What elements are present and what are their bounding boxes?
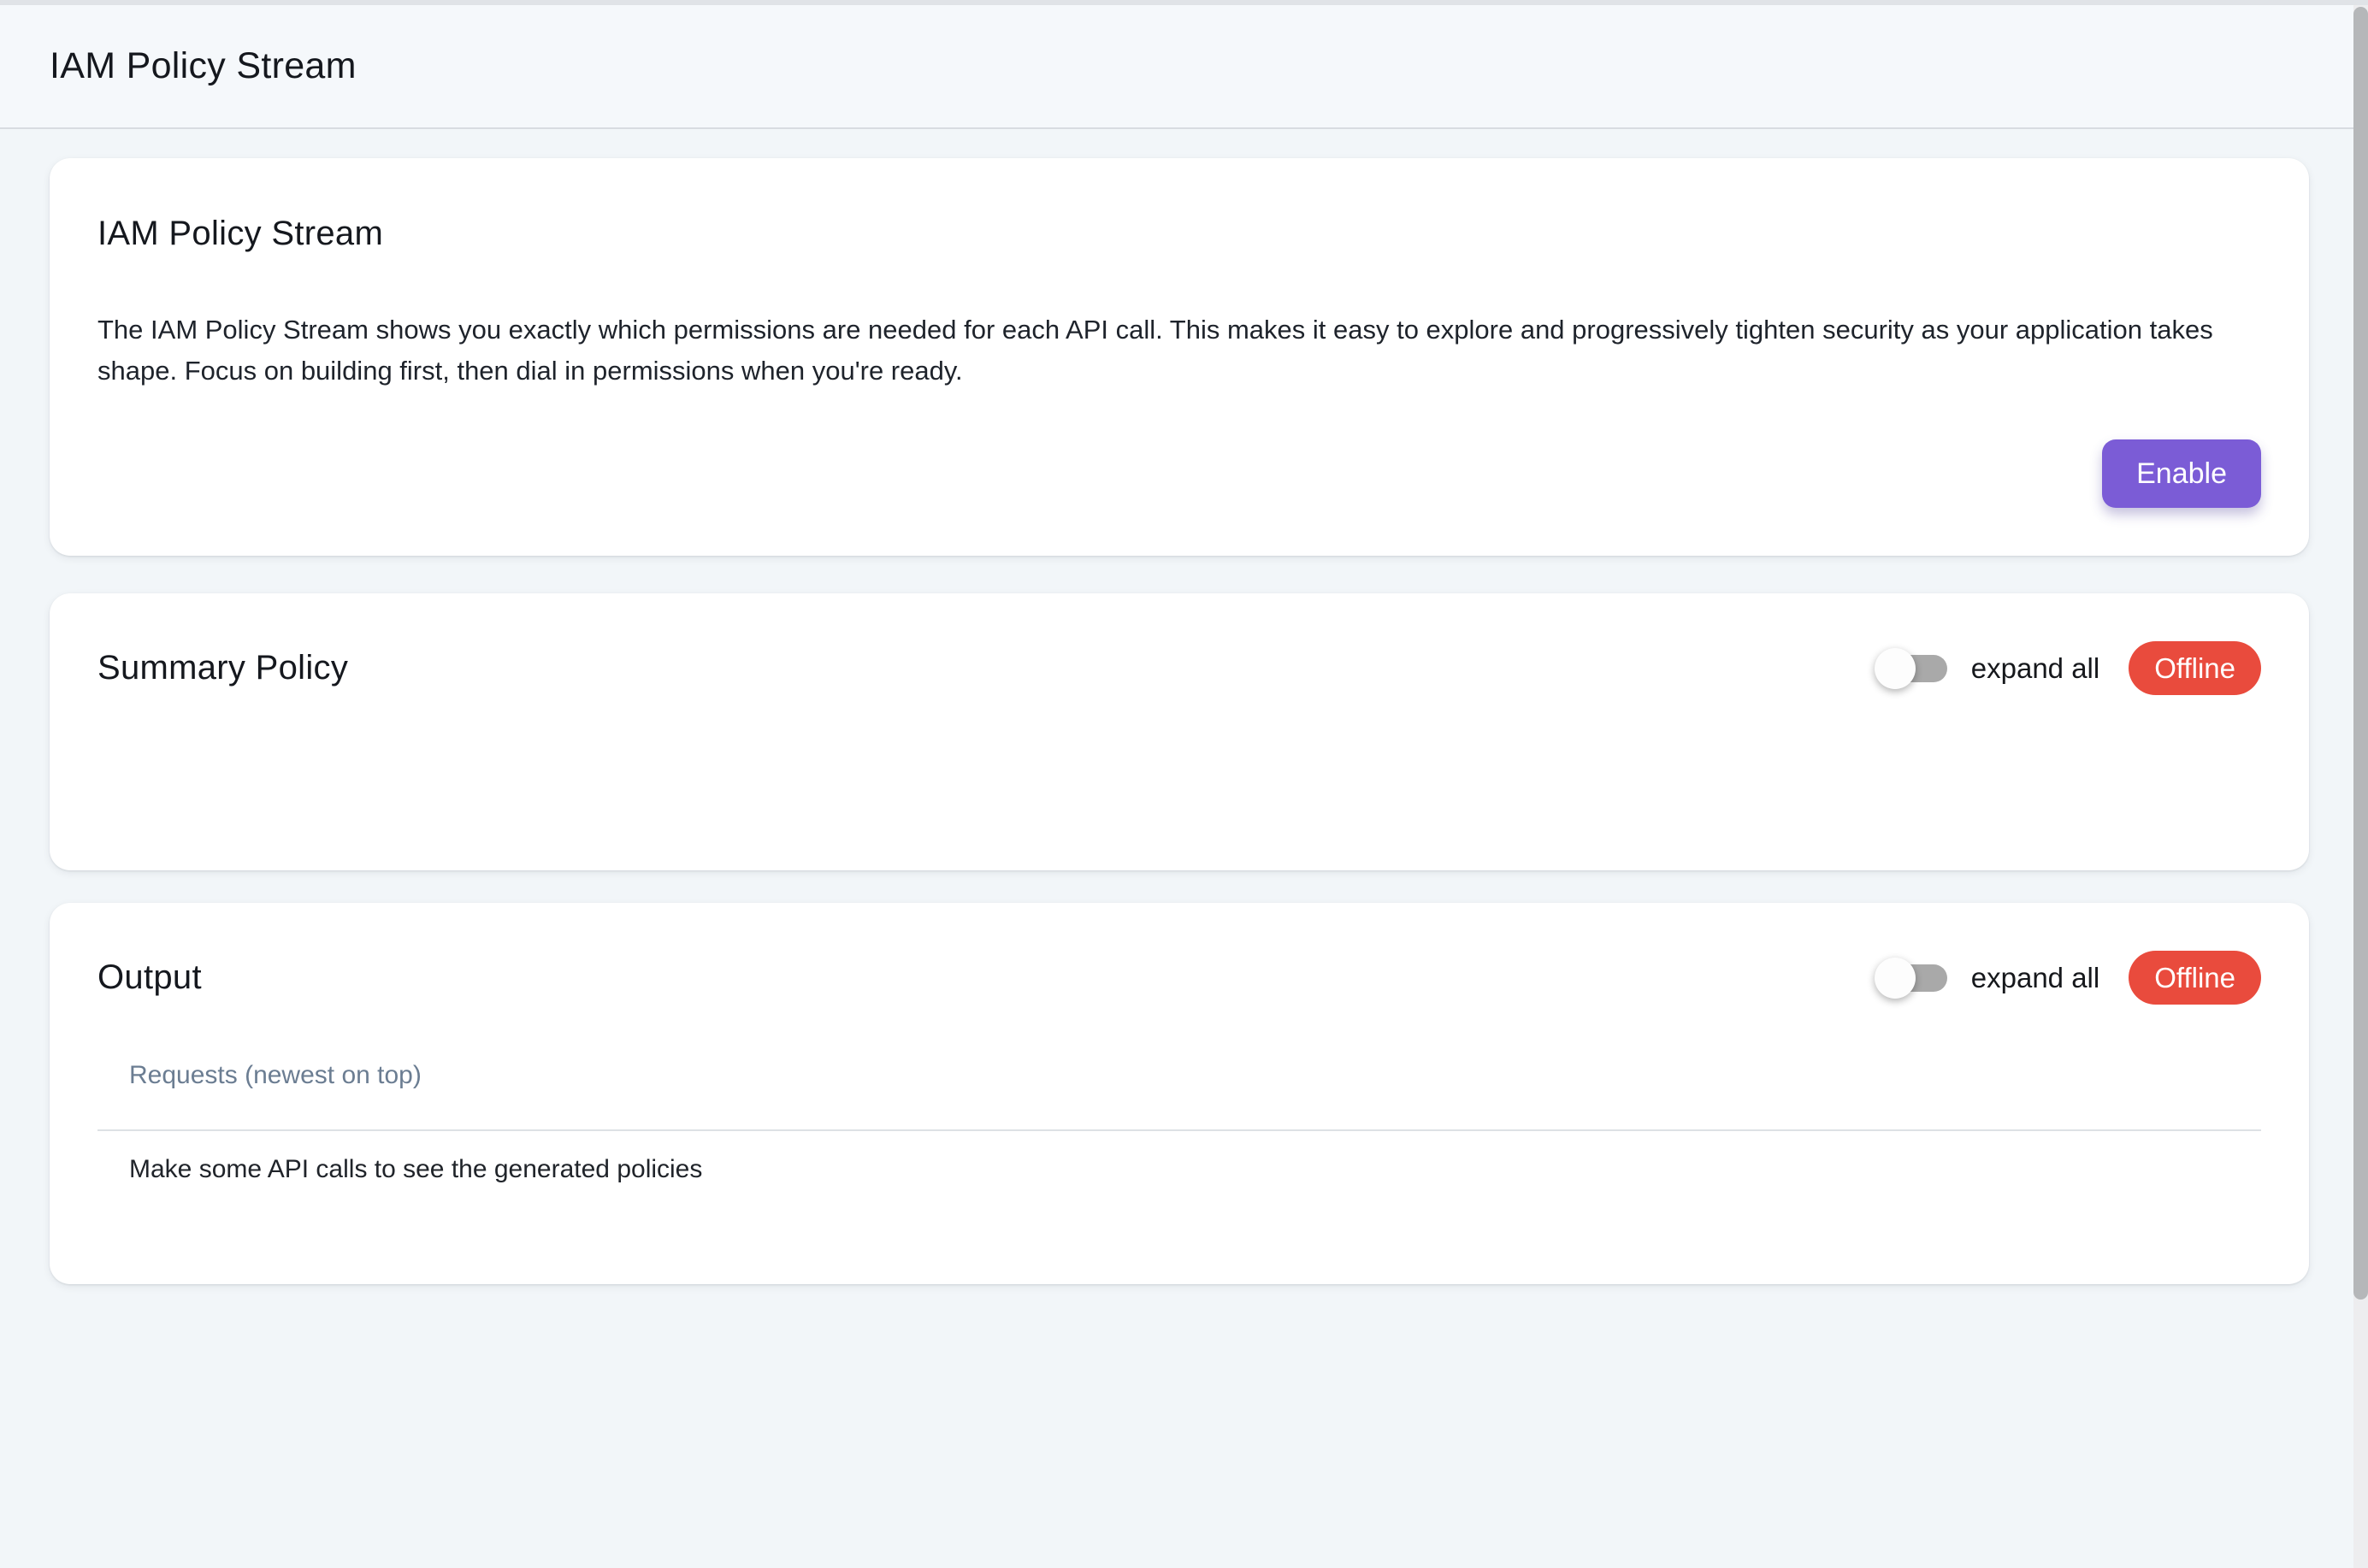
- window-top-strip: [0, 0, 2368, 5]
- output-title: Output: [97, 958, 202, 997]
- enable-button[interactable]: Enable: [2102, 439, 2261, 508]
- main-content: IAM Policy Stream The IAM Policy Stream …: [50, 131, 2309, 1284]
- requests-empty-message: Make some API calls to see the generated…: [129, 1155, 2261, 1184]
- summary-status-badge: Offline: [2129, 641, 2261, 695]
- output-expand-all-toggle[interactable]: [1879, 964, 1947, 992]
- vertical-scrollbar-track[interactable]: [2353, 5, 2368, 1568]
- output-controls: expand all Offline: [1879, 951, 2261, 1005]
- summary-policy-header-row: Summary Policy expand all Offline: [97, 641, 2261, 695]
- summary-expand-all-label: expand all: [1971, 652, 2099, 685]
- output-expand-all-label: expand all: [1971, 962, 2099, 994]
- enable-button-row: Enable: [97, 439, 2261, 508]
- iam-policy-stream-description: The IAM Policy Stream shows you exactly …: [97, 309, 2261, 392]
- summary-expand-all-toggle[interactable]: [1879, 655, 1947, 682]
- requests-section: Requests (newest on top) Make some API c…: [97, 1061, 2261, 1184]
- output-header-row: Output expand all Offline: [97, 951, 2261, 1005]
- iam-policy-stream-card-title: IAM Policy Stream: [97, 215, 2261, 253]
- requests-heading: Requests (newest on top): [129, 1061, 2261, 1090]
- iam-policy-stream-card: IAM Policy Stream The IAM Policy Stream …: [50, 158, 2309, 556]
- toggle-knob: [1875, 958, 1916, 999]
- toggle-knob: [1875, 648, 1916, 689]
- output-status-badge: Offline: [2129, 951, 2261, 1005]
- vertical-scrollbar-thumb[interactable]: [2353, 7, 2368, 1300]
- page-header: IAM Policy Stream: [0, 5, 2353, 129]
- output-card: Output expand all Offline Requests (newe…: [50, 903, 2309, 1284]
- summary-policy-card: Summary Policy expand all Offline: [50, 593, 2309, 870]
- summary-policy-controls: expand all Offline: [1879, 641, 2261, 695]
- summary-policy-title: Summary Policy: [97, 649, 348, 687]
- requests-divider: [97, 1129, 2261, 1131]
- page-title: IAM Policy Stream: [50, 45, 357, 87]
